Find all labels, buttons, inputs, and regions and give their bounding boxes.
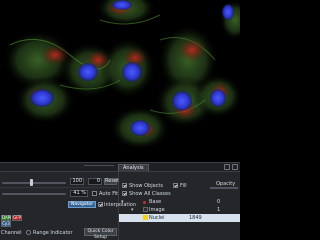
auto-fit-checkbox[interactable] <box>92 191 97 196</box>
tree-count: 1849 <box>189 215 202 221</box>
tree-count: 1 <box>217 207 221 213</box>
show-all-classes-checkbox[interactable] <box>122 191 127 196</box>
show-all-classes-label: Show All Classes <box>129 191 171 197</box>
value-input-2[interactable]: 0 <box>88 178 102 185</box>
tree-count: 0 <box>217 199 221 205</box>
navigator-button[interactable]: Navigator <box>68 201 96 208</box>
gamma-slider[interactable] <box>2 193 66 195</box>
expand-icon[interactable]: ▾ <box>121 198 124 206</box>
fluorescence-image <box>0 0 240 162</box>
interpolation-checkbox[interactable] <box>98 202 103 207</box>
black-white-slider[interactable] <box>2 182 66 184</box>
class-color-icon[interactable] <box>143 215 148 220</box>
tree-label: Image <box>149 207 165 213</box>
tree-row-image[interactable]: ▾ Image 1 <box>119 206 240 214</box>
tab-analysis[interactable]: Analysis <box>118 164 149 171</box>
slider-handle[interactable] <box>30 179 33 186</box>
channel-cy3-button[interactable]: Cy3 <box>1 221 11 227</box>
channel-gfp-button[interactable]: GFP <box>12 215 22 221</box>
tree-label: Nuclei <box>149 215 165 221</box>
tab-separator <box>84 165 114 171</box>
pin-icon[interactable] <box>224 164 230 170</box>
value-input[interactable]: 100 <box>70 178 84 185</box>
fill-label: Fill <box>180 183 187 189</box>
reset-button[interactable]: Reset <box>104 178 119 185</box>
collapse-icon[interactable] <box>232 164 238 170</box>
show-objects-checkbox[interactable] <box>122 183 127 188</box>
fill-checkbox[interactable] <box>173 183 178 188</box>
image-viewport[interactable] <box>0 0 240 162</box>
range-indicator-radio[interactable] <box>26 230 31 235</box>
range-indicator-label: Range Indicator <box>33 230 73 236</box>
opacity-slider[interactable] <box>210 187 238 189</box>
quick-color-setup-button[interactable]: Quick Color Setup <box>84 228 117 240</box>
gamma-input[interactable]: 41 % <box>70 190 88 197</box>
auto-fit-label: Auto Fit <box>99 191 119 197</box>
tab-bar: Analysis <box>0 163 240 172</box>
tree-row-nuclei[interactable]: Nuclei 1849 <box>119 214 240 222</box>
expand-icon[interactable]: ▾ <box>131 206 134 214</box>
class-color-icon <box>143 201 146 204</box>
class-color-icon <box>143 207 148 212</box>
row-divider <box>0 187 118 188</box>
channel-label: Channel <box>1 230 22 236</box>
tree-label: Base <box>149 199 162 205</box>
control-panel: Analysis 100 0 Reset 41 % Auto Fit Navig… <box>0 162 240 240</box>
tree-row-base[interactable]: ▾ Base 0 <box>119 198 240 206</box>
show-objects-label: Show Objects <box>129 183 163 189</box>
